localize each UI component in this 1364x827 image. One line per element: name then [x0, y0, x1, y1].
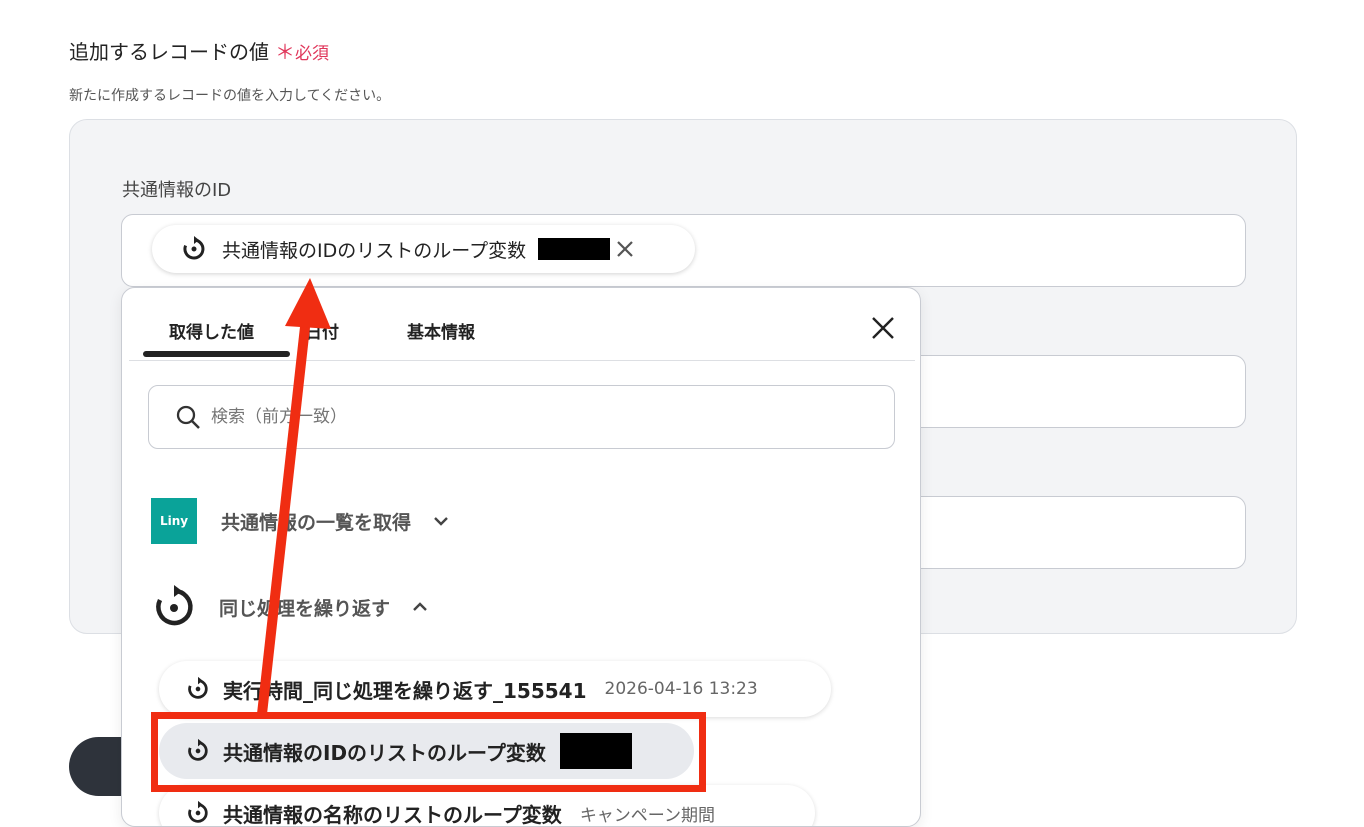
loop-icon	[153, 584, 195, 630]
redacted-block	[538, 238, 610, 260]
item-name: 実行時間_同じ処理を繰り返す_155541	[223, 675, 587, 704]
chevron-up-icon[interactable]	[410, 597, 430, 617]
group-label: 同じ処理を繰り返す	[219, 594, 390, 621]
loop-icon	[185, 676, 211, 702]
loop-icon	[180, 235, 208, 263]
required-asterisk: ＊	[275, 40, 295, 64]
tab-date[interactable]: 日付	[305, 318, 339, 343]
chip-label: 共通情報のIDのリストのループ変数	[222, 236, 526, 263]
loop-icon	[185, 800, 211, 826]
section-title: 追加するレコードの値＊必須	[69, 36, 329, 65]
second-field-input[interactable]	[916, 355, 1246, 428]
tab-fetched-values[interactable]: 取得した値	[169, 318, 254, 343]
close-icon[interactable]	[870, 315, 896, 341]
list-item[interactable]: 実行時間_同じ処理を繰り返す_155541 2026-04-16 13:23	[159, 661, 831, 717]
item-value: キャンペーン期間	[580, 801, 715, 826]
third-field-input[interactable]	[916, 496, 1246, 569]
search-box[interactable]	[148, 385, 895, 449]
required-label: 必須	[295, 44, 329, 64]
section-description: 新たに作成するレコードの値を入力してください。	[69, 85, 390, 105]
submit-button[interactable]	[69, 737, 129, 796]
active-tab-indicator	[143, 351, 290, 357]
required-badge: ＊必須	[275, 44, 329, 64]
search-input[interactable]	[209, 406, 713, 428]
group-label: 共通情報の一覧を取得	[221, 508, 411, 535]
liny-logo: Liny	[151, 498, 197, 544]
group-loop[interactable]: 同じ処理を繰り返す	[153, 584, 430, 630]
search-icon	[175, 404, 201, 430]
item-value: 2026-04-16 13:23	[605, 679, 758, 699]
field-label-common-id: 共通情報のID	[122, 176, 231, 202]
tab-basic-info[interactable]: 基本情報	[407, 318, 475, 343]
item-name: 共通情報の名称のリストのループ変数	[223, 799, 562, 827]
annotation-highlight-box	[151, 712, 706, 792]
chip-remove-icon[interactable]	[614, 238, 636, 260]
variable-chip[interactable]: 共通情報のIDのリストのループ変数	[152, 225, 695, 273]
popup-tabs: 取得した値 日付 基本情報	[129, 288, 915, 361]
group-liny-list[interactable]: Liny 共通情報の一覧を取得	[151, 498, 451, 544]
section-title-text: 追加するレコードの値	[69, 40, 269, 64]
chevron-down-icon[interactable]	[431, 511, 451, 531]
